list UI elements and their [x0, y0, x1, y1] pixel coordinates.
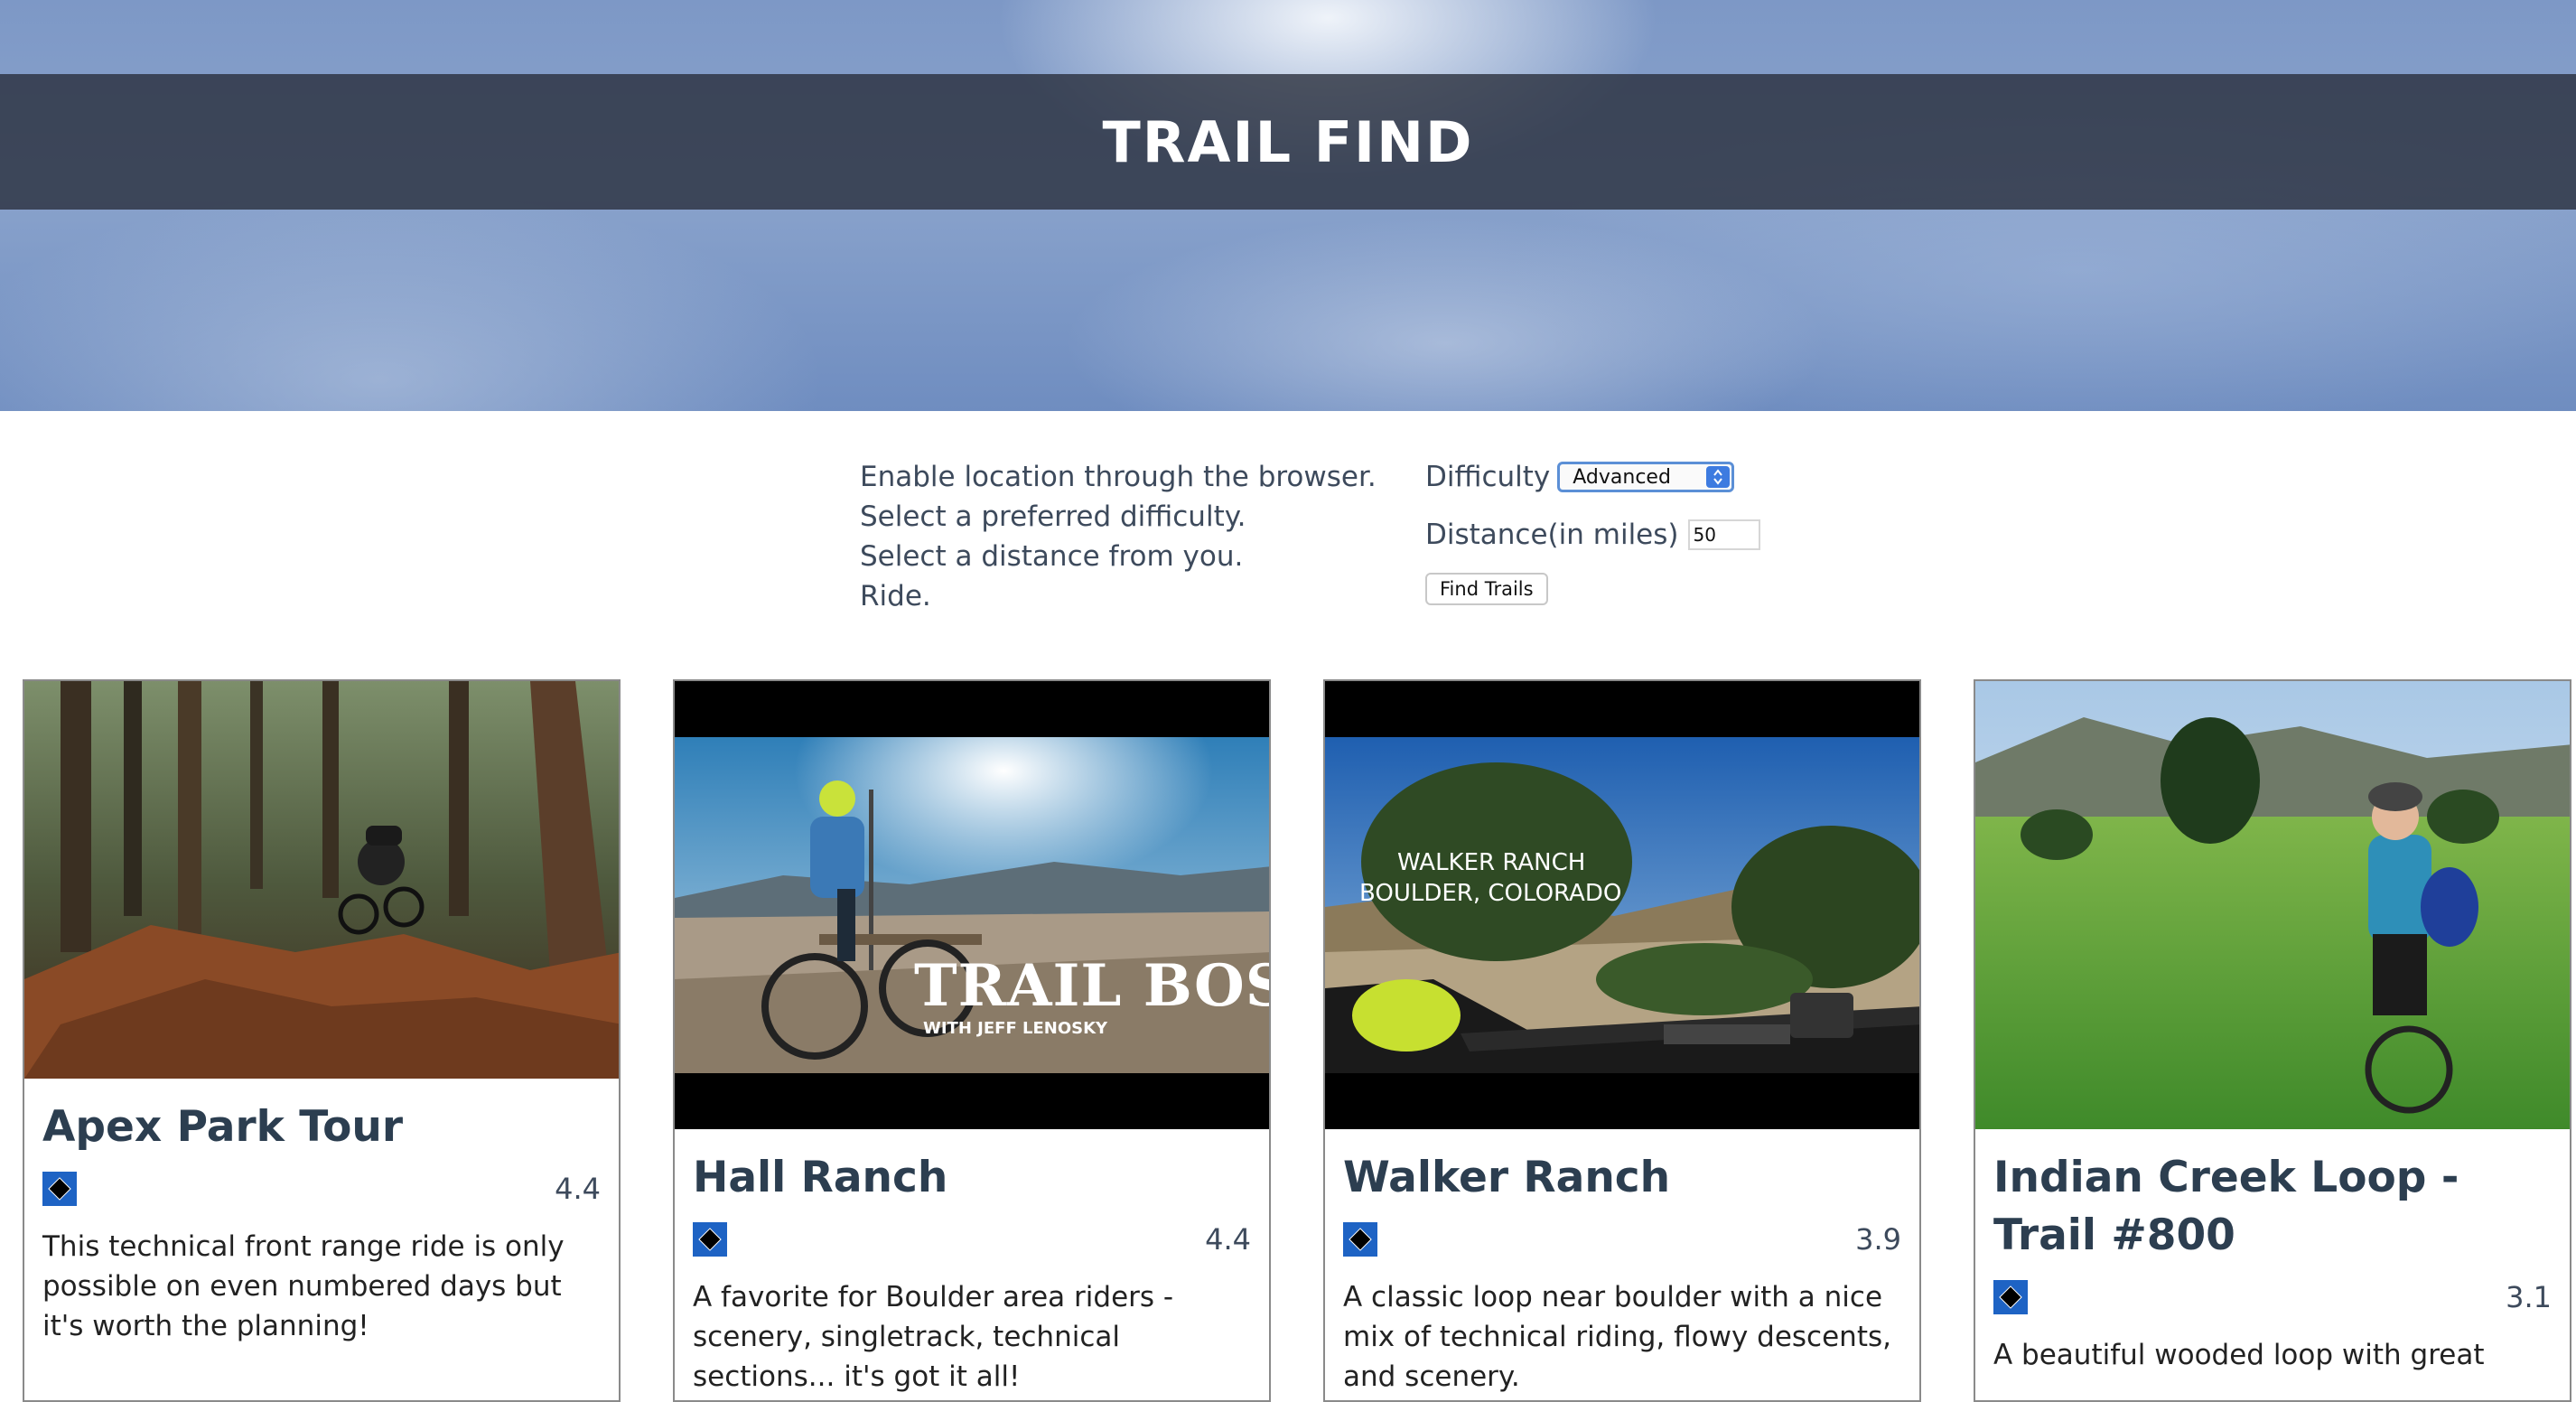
trail-card[interactable]: TRAIL BOSS WITH JEFF LENOSKY Hall Ranch …	[673, 679, 1271, 1402]
trail-card[interactable]: Apex Park Tour 4.4 This technical front …	[23, 679, 621, 1402]
find-trails-button[interactable]: Find Trails	[1425, 573, 1548, 605]
difficulty-label: Difficulty	[1425, 461, 1551, 493]
difficulty-select[interactable]: Advanced	[1557, 462, 1735, 492]
trail-summary: A beautiful wooded loop with great	[1993, 1339, 2485, 1371]
black-diamond-icon	[1343, 1222, 1377, 1257]
distance-row: Distance(in miles)	[1425, 515, 1787, 555]
black-diamond-icon	[42, 1172, 77, 1206]
trail-card[interactable]: Indian Creek Loop - Trail #800 3.1 A bea…	[1974, 679, 2571, 1402]
instruction-line: Enable location through the browser.	[860, 461, 1377, 493]
trail-summary: A favorite for Boulder area riders - sce…	[693, 1281, 1174, 1393]
trail-rating: 3.1	[2506, 1280, 2552, 1314]
page-title: TRAIL FIND	[1102, 108, 1474, 175]
black-diamond-icon	[693, 1222, 727, 1257]
trail-card[interactable]: WALKER RANCH BOULDER, COLORADO Walker Ra…	[1323, 679, 1921, 1402]
trail-name[interactable]: Hall Ranch	[693, 1149, 1251, 1207]
trail-photo: TRAIL BOSS WITH JEFF LENOSKY	[675, 681, 1269, 1129]
distance-input[interactable]	[1687, 519, 1760, 550]
trail-name[interactable]: Indian Creek Loop - Trail #800	[1993, 1149, 2552, 1265]
difficulty-select-value: Advanced	[1573, 465, 1671, 489]
image-overlay-text: TRAIL BOSS	[914, 952, 1269, 1020]
trail-rating: 4.4	[555, 1172, 601, 1206]
trail-search-form: Difficulty Advanced Distance(in miles) F…	[1425, 457, 1787, 605]
hero-banner: TRAIL FIND	[0, 0, 2576, 411]
image-overlay-subtext: BOULDER, COLORADO	[1359, 880, 1622, 907]
title-band: TRAIL FIND	[0, 74, 2576, 210]
image-overlay-text: WALKER RANCH	[1397, 849, 1586, 876]
trail-photo	[1975, 681, 2570, 1129]
trail-meta: 4.4	[42, 1171, 601, 1207]
black-diamond-icon	[1993, 1280, 2028, 1314]
trail-summary: A classic loop near boulder with a nice …	[1343, 1281, 1891, 1393]
trail-photo	[24, 681, 619, 1079]
difficulty-row: Difficulty Advanced	[1425, 457, 1787, 497]
instruction-line: Ride.	[860, 580, 931, 612]
trail-meta: 3.1	[1993, 1279, 2552, 1315]
instructions: Enable location through the browser. Sel…	[860, 457, 1402, 616]
trail-summary: This technical front range ride is only …	[42, 1230, 565, 1342]
image-overlay-subtext: WITH JEFF LENOSKY	[923, 1019, 1108, 1038]
select-arrows-icon	[1706, 466, 1731, 488]
trail-meta: 4.4	[693, 1221, 1251, 1257]
instruction-line: Select a distance from you.	[860, 540, 1244, 573]
distance-label: Distance(in miles)	[1425, 519, 1679, 551]
trail-photo: WALKER RANCH BOULDER, COLORADO	[1325, 681, 1919, 1129]
trail-name[interactable]: Apex Park Tour	[42, 1098, 601, 1156]
trail-meta: 3.9	[1343, 1221, 1901, 1257]
trail-rating: 4.4	[1205, 1222, 1251, 1257]
trail-name[interactable]: Walker Ranch	[1343, 1149, 1901, 1207]
trail-rating: 3.9	[1855, 1222, 1901, 1257]
instruction-line: Select a preferred difficulty.	[860, 500, 1246, 533]
